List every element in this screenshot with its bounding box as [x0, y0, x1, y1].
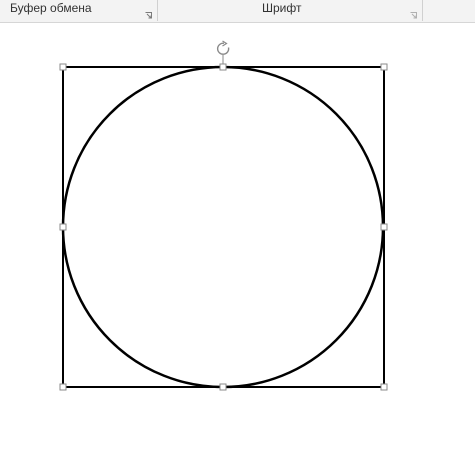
circle-shape[interactable]	[61, 65, 385, 389]
clipboard-dialog-launcher-icon[interactable]	[145, 12, 152, 19]
resize-handle-top[interactable]	[219, 63, 227, 71]
resize-handle-left[interactable]	[59, 223, 67, 231]
ribbon-group-label-font: Шрифт	[262, 1, 302, 15]
ribbon-group-label-clipboard: Буфер обмена	[10, 1, 92, 15]
resize-handle-top-left[interactable]	[59, 63, 67, 71]
resize-handle-bottom[interactable]	[219, 383, 227, 391]
ribbon-group-clipboard: Буфер обмена	[0, 0, 157, 22]
resize-handle-right[interactable]	[380, 223, 388, 231]
resize-handle-top-right[interactable]	[380, 63, 388, 71]
document-canvas	[0, 23, 475, 451]
shape-drawing	[59, 40, 388, 391]
ribbon-group-font: Шрифт	[158, 0, 422, 22]
rotate-handle-icon[interactable]	[216, 40, 230, 65]
resize-handle-bottom-left[interactable]	[59, 383, 67, 391]
font-dialog-launcher-icon[interactable]	[410, 12, 417, 19]
ribbon-bar: Буфер обмена Шрифт	[0, 0, 475, 23]
resize-handle-bottom-right[interactable]	[380, 383, 388, 391]
ribbon-group-separator	[422, 0, 423, 21]
